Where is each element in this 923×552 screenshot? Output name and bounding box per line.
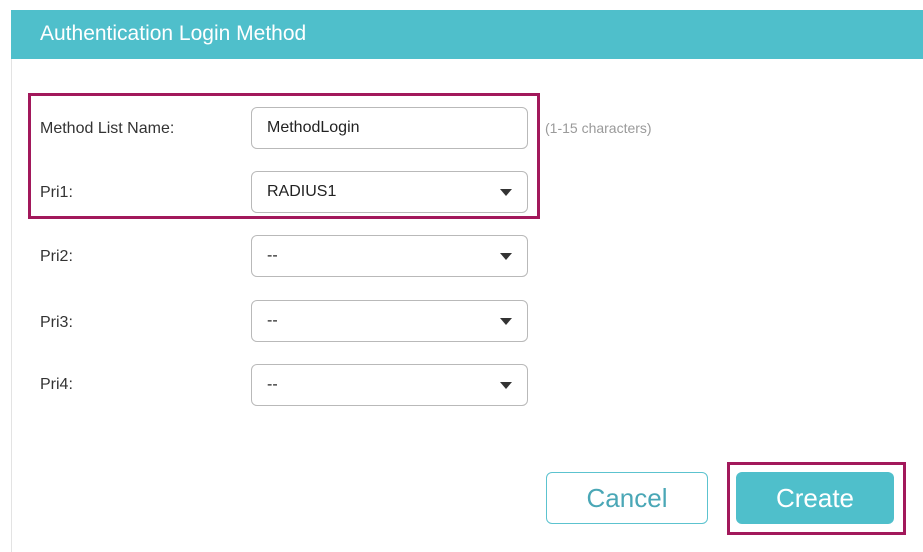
create-button[interactable]: Create: [736, 472, 894, 524]
pri1-label: Pri1:: [40, 184, 73, 201]
dialog-header: Authentication Login Method: [11, 10, 923, 59]
pri4-label: Pri4:: [40, 376, 73, 393]
pri2-select[interactable]: --: [251, 235, 528, 277]
pri3-label: Pri3:: [40, 314, 73, 331]
method-list-name-label: Method List Name:: [40, 120, 175, 137]
pri2-label: Pri2:: [40, 248, 73, 265]
pri4-select[interactable]: --: [251, 364, 528, 406]
pri1-value: RADIUS1: [267, 183, 337, 200]
caret-down-icon: [500, 253, 512, 260]
method-list-name-hint: (1-15 characters): [545, 120, 652, 136]
pri4-value: --: [267, 376, 278, 393]
caret-down-icon: [500, 382, 512, 389]
pri3-value: --: [267, 312, 278, 329]
caret-down-icon: [500, 189, 512, 196]
authentication-login-method-dialog: Authentication Login Method Method List …: [0, 0, 923, 552]
cancel-button[interactable]: Cancel: [546, 472, 708, 524]
caret-down-icon: [500, 318, 512, 325]
pri2-value: --: [267, 247, 278, 264]
dialog-left-border: [11, 59, 12, 552]
dialog-title: Authentication Login Method: [40, 22, 307, 45]
method-list-name-value: MethodLogin: [267, 119, 360, 136]
method-list-name-input[interactable]: MethodLogin: [251, 107, 528, 149]
pri1-select[interactable]: RADIUS1: [251, 171, 528, 213]
pri3-select[interactable]: --: [251, 300, 528, 342]
